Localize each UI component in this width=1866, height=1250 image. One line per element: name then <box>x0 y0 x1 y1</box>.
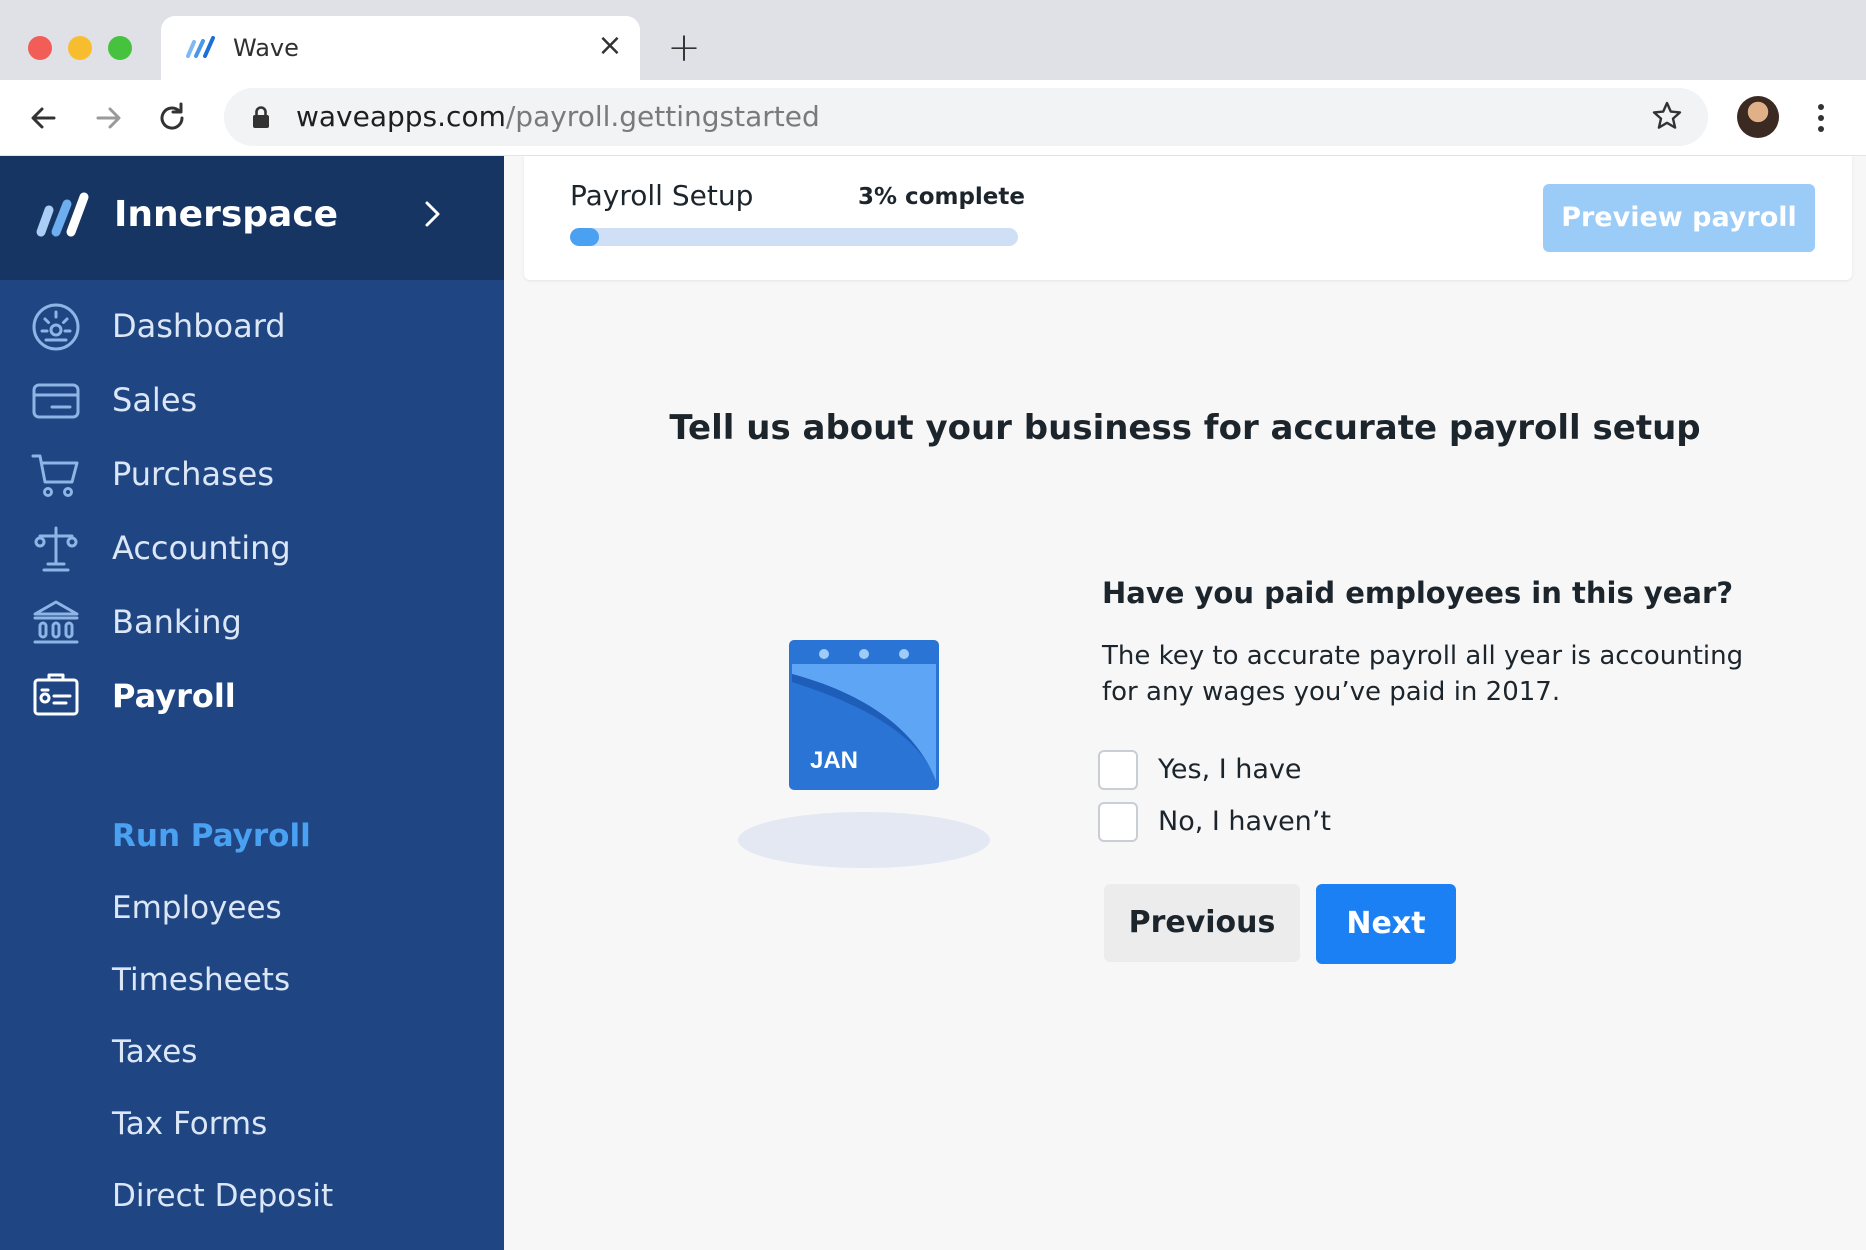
scales-icon <box>34 526 78 572</box>
sidebar-subitem-timesheets[interactable]: Timesheets <box>112 960 290 1000</box>
more-menu-icon[interactable] <box>1806 98 1836 138</box>
setup-title: Payroll Setup <box>570 179 754 212</box>
question-description: The key to accurate payroll all year is … <box>1102 641 1744 707</box>
wave-favicon-icon <box>186 36 215 58</box>
credit-card-icon <box>32 383 80 419</box>
wave-logo-icon <box>36 192 89 237</box>
question-heading: Have you paid employees in this year? <box>1102 576 1734 610</box>
url-domain: waveapps.com <box>296 100 506 133</box>
sidebar-item-label: Sales <box>112 381 198 419</box>
back-arrow-icon[interactable] <box>24 98 64 138</box>
option-label: Yes, I have <box>1158 754 1302 785</box>
sidebar-item-accounting[interactable]: Accounting <box>0 510 504 586</box>
option-no[interactable]: No, I haven’t <box>1098 802 1598 842</box>
sidebar-item-label: Payroll <box>112 677 236 715</box>
calendar-illustration: JAN <box>738 640 990 868</box>
browser-tab[interactable]: Wave × <box>161 16 640 80</box>
url-text: waveapps.com/payroll.gettingstarted <box>296 100 820 134</box>
maximize-window-button[interactable] <box>108 36 132 60</box>
setup-progress-bar <box>570 228 1018 246</box>
main-content: Payroll Setup 3% complete Preview payrol… <box>504 156 1866 1250</box>
browser-toolbar: waveapps.com/payroll.gettingstarted <box>0 80 1866 156</box>
id-card-icon <box>33 673 79 716</box>
sidebar-item-banking[interactable]: Banking <box>0 584 504 660</box>
cart-icon <box>31 454 79 497</box>
reload-icon[interactable] <box>152 98 192 138</box>
setup-progress-fill <box>570 228 600 246</box>
sidebar-item-sales[interactable]: Sales <box>0 362 504 438</box>
setup-progress-label: 3% complete <box>858 184 1025 210</box>
tab-title: Wave <box>233 34 299 62</box>
avatar[interactable] <box>1737 96 1779 138</box>
sidebar-item-label: Accounting <box>112 529 291 567</box>
sidebar-subitem-direct-deposit[interactable]: Direct Deposit <box>112 1176 333 1216</box>
new-tab-icon[interactable]: + <box>664 28 704 68</box>
star-icon[interactable] <box>1650 99 1684 133</box>
sidebar-item-label: Banking <box>112 603 242 641</box>
sidebar-subitem-run-payroll[interactable]: Run Payroll <box>112 816 311 856</box>
sidebar: Innerspace Dashboard Sales Purchases Acc… <box>0 156 504 1250</box>
payroll-setup-header: Payroll Setup 3% complete Preview payrol… <box>524 156 1852 280</box>
forward-arrow-icon[interactable] <box>88 98 128 138</box>
sidebar-subitem-tax-forms[interactable]: Tax Forms <box>112 1104 267 1144</box>
option-label: No, I haven’t <box>1158 806 1331 837</box>
sidebar-item-payroll[interactable]: Payroll <box>0 658 504 734</box>
business-name: Innerspace <box>114 194 339 235</box>
dashboard-icon <box>32 303 80 351</box>
next-button[interactable]: Next <box>1316 884 1456 964</box>
yes-checkbox[interactable] <box>1098 750 1138 790</box>
tab-close-icon[interactable]: × <box>594 30 626 62</box>
page-headline: Tell us about your business for accurate… <box>669 408 1701 448</box>
previous-button[interactable]: Previous <box>1104 884 1300 962</box>
bank-icon <box>33 600 79 644</box>
sidebar-subitem-taxes[interactable]: Taxes <box>112 1032 197 1072</box>
option-yes[interactable]: Yes, I have <box>1098 750 1598 790</box>
chevron-right-icon <box>425 201 440 227</box>
sidebar-subitem-employees[interactable]: Employees <box>112 888 282 928</box>
business-switcher[interactable]: Innerspace <box>0 156 504 280</box>
url-path: /payroll.gettingstarted <box>505 100 820 133</box>
browser-tab-bar: Wave × + <box>0 0 1866 80</box>
sidebar-item-dashboard[interactable]: Dashboard <box>0 288 504 364</box>
preview-payroll-button[interactable]: Preview payroll <box>1543 184 1815 252</box>
lock-icon <box>253 106 269 128</box>
address-bar[interactable]: waveapps.com/payroll.gettingstarted <box>224 88 1708 146</box>
sidebar-item-purchases[interactable]: Purchases <box>0 436 504 512</box>
sidebar-item-label: Purchases <box>112 455 274 493</box>
sidebar-item-label: Dashboard <box>112 307 286 345</box>
close-window-button[interactable] <box>28 36 52 60</box>
no-checkbox[interactable] <box>1098 802 1138 842</box>
minimize-window-button[interactable] <box>68 36 92 60</box>
calendar-month-label: JAN <box>810 747 858 774</box>
